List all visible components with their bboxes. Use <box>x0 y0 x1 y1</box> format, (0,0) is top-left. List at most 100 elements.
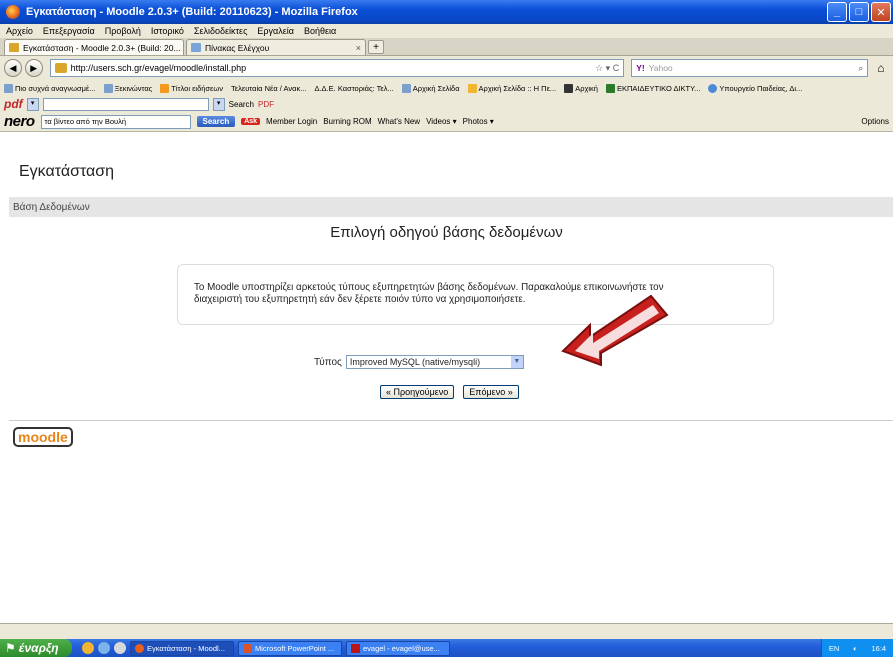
tab-label: Πίνακας Ελέγχου <box>205 42 270 53</box>
search-engine-icon[interactable]: Y! <box>636 63 645 73</box>
new-tab-button[interactable]: + <box>368 40 384 54</box>
bookmark-icon <box>4 83 13 93</box>
tray-icon[interactable]: ◐ <box>853 644 858 653</box>
chevron-down-icon[interactable]: ▼ <box>510 356 523 368</box>
taskbar-firefox[interactable]: Εγκατάσταση - Moodl... <box>130 640 234 656</box>
taskbar-powerpoint[interactable]: Microsoft PowerPoint ... <box>238 640 342 656</box>
whats-new-link[interactable]: What's New <box>378 117 420 126</box>
pdf-button[interactable]: PDF <box>258 100 274 109</box>
dropdown-icon[interactable]: ▾ <box>212 97 225 111</box>
bookmark-icon <box>103 83 113 93</box>
url-actions[interactable]: ☆ ▾ C <box>595 63 623 74</box>
menu-tools[interactable]: Εργαλεία <box>257 26 294 36</box>
site-heading: Εγκατάσταση <box>19 163 115 180</box>
language-indicator[interactable]: EN <box>829 644 839 653</box>
bookmark-icon <box>708 83 718 93</box>
bookmark-item[interactable]: Τελευταία Νέα / Ανακ... <box>231 84 306 93</box>
pdf-logo: pdf <box>4 97 23 111</box>
url-bar[interactable]: http://users.sch.gr/evagel/moodle/instal… <box>49 59 625 77</box>
ask-icon[interactable]: Ask <box>241 118 261 125</box>
taskbar: ⚑ έναρξη Εγκατάσταση - Moodl... Microsof… <box>0 639 893 657</box>
search-icon[interactable]: ⌕ <box>858 63 867 74</box>
options-link[interactable]: Options <box>861 117 893 126</box>
windows-flag-icon: ⚑ <box>5 641 16 655</box>
info-text-line: Το Moodle υποστηρίζει αρκετούς τύπους εξ… <box>194 282 664 293</box>
tab-install[interactable]: Εγκατάσταση - Moodle 2.0.3+ (Build: 20..… <box>4 39 184 55</box>
bookmark-icon <box>605 83 615 93</box>
db-type-row: Τύπος Improved MySQL (native/mysqli) ▼ <box>314 355 524 369</box>
annotation-arrow-icon <box>561 294 669 367</box>
info-text-line: διαχειριστή του εξυπηρετητή εάν δεν ξέρε… <box>194 294 526 305</box>
close-button[interactable]: ✕ <box>871 2 891 22</box>
bookmark-item[interactable]: Υπουργείο Παιδείας, Δι... <box>708 83 802 93</box>
bookmark-item[interactable]: Ξεκινώντας <box>103 83 152 93</box>
breadcrumb: Βάση Δεδομένων <box>9 197 893 217</box>
dropdown-icon[interactable]: ▾ <box>26 97 39 111</box>
minimize-button[interactable]: _ <box>827 2 847 22</box>
menu-bookmarks[interactable]: Σελιδοδείκτες <box>194 26 248 36</box>
pdf-search-button[interactable]: Search <box>229 100 254 109</box>
site-identity-icon <box>54 63 67 73</box>
bookmark-item[interactable]: Πιο συχνά αναγνωσμέ... <box>4 83 96 93</box>
db-type-select[interactable]: Improved MySQL (native/mysqli) ▼ <box>345 355 524 369</box>
taskbar-filezilla[interactable]: evagel - evagel@use... <box>346 640 450 656</box>
tab-close-icon[interactable]: × <box>356 43 361 53</box>
bookmark-item[interactable]: Αρχική <box>564 83 598 93</box>
bookmark-item[interactable]: Αρχική Σελίδα :: Η Πε... <box>467 83 556 93</box>
photos-link[interactable]: Photos ▾ <box>463 117 494 126</box>
system-tray: EN ◐ 16:4 <box>821 639 893 657</box>
firefox-icon <box>135 643 144 653</box>
start-button[interactable]: ⚑ έναρξη <box>0 639 72 657</box>
clock: 16:4 <box>871 643 887 653</box>
nero-toolbar: nero τα βίντεο από την Βουλή Search Ask … <box>0 112 893 132</box>
bookmark-icon <box>467 83 477 93</box>
page-favicon-icon <box>191 43 201 52</box>
filezilla-icon <box>351 643 360 653</box>
search-bar[interactable]: Y! Yahoo ⌕ <box>631 59 869 77</box>
db-type-label: Τύπος <box>314 356 342 368</box>
nero-logo: nero <box>4 113 35 130</box>
quicklaunch-icon[interactable] <box>114 642 126 654</box>
menu-file[interactable]: Αρχείο <box>6 26 33 36</box>
bookmark-item[interactable]: Δ.Δ.Ε. Καστοριάς: Τελ... <box>314 84 393 93</box>
info-box: Το Moodle υποστηρίζει αρκετούς τύπους εξ… <box>177 264 774 325</box>
menu-history[interactable]: Ιστορικό <box>151 26 184 36</box>
window-title: Εγκατάσταση - Moodle 2.0.3+ (Build: 2011… <box>26 6 358 18</box>
bookmark-item[interactable]: ΕΚΠΑΙΔΕΥΤΙΚΟ ΔΙΚΤΥ... <box>605 83 700 93</box>
tab-control-panel[interactable]: Πίνακας Ελέγχου × <box>186 39 366 55</box>
quicklaunch-icon[interactable] <box>82 642 94 654</box>
footer-divider <box>9 420 893 421</box>
quicklaunch-icon[interactable] <box>98 642 110 654</box>
bookmark-item[interactable]: Τίτλοι ειδήσεων <box>160 83 223 93</box>
next-button[interactable]: Επόμενο » <box>463 385 519 399</box>
previous-button[interactable]: « Προηγούμενο <box>380 385 455 399</box>
burning-rom-link[interactable]: Burning ROM <box>323 117 371 126</box>
maximize-button[interactable]: □ <box>849 2 869 22</box>
moodle-favicon-icon <box>9 43 19 52</box>
menu-help[interactable]: Βοήθεια <box>304 26 336 36</box>
nero-search-button[interactable]: Search <box>196 116 236 127</box>
nero-search-input[interactable]: τα βίντεο από την Βουλή <box>40 114 191 129</box>
menu-bar: Αρχείο Επεξεργασία Προβολή Ιστορικό Σελι… <box>0 24 893 38</box>
moodle-logo[interactable]: moodle <box>13 427 73 447</box>
menu-edit[interactable]: Επεξεργασία <box>43 26 95 36</box>
window-titlebar: Εγκατάσταση - Moodle 2.0.3+ (Build: 2011… <box>0 0 893 24</box>
forward-button[interactable]: ▶ <box>24 59 43 77</box>
page-content: Εγκατάσταση Βάση Δεδομένων Επιλογή οδηγο… <box>0 133 893 639</box>
bookmark-item[interactable]: Αρχική Σελίδα <box>401 83 460 93</box>
button-row: « Προηγούμενο Επόμενο » <box>380 385 519 399</box>
navigation-bar: ◀ ▶ http://users.sch.gr/evagel/moodle/in… <box>0 56 893 80</box>
bookmark-icon <box>401 83 411 93</box>
url-text: http://users.sch.gr/evagel/moodle/instal… <box>70 63 247 73</box>
firefox-icon <box>6 5 20 19</box>
back-button[interactable]: ◀ <box>4 59 22 77</box>
member-login-link[interactable]: Member Login <box>266 117 317 126</box>
tab-strip: Εγκατάσταση - Moodle 2.0.3+ (Build: 20..… <box>0 38 893 56</box>
home-icon[interactable]: ⌂ <box>877 60 893 76</box>
rss-icon <box>160 83 170 93</box>
pdf-search-input[interactable] <box>42 97 209 111</box>
powerpoint-icon <box>243 643 252 653</box>
pdf-toolbar: pdf ▾ ▾ Search PDF <box>0 96 893 112</box>
menu-view[interactable]: Προβολή <box>105 26 141 36</box>
videos-link[interactable]: Videos ▾ <box>426 117 457 126</box>
